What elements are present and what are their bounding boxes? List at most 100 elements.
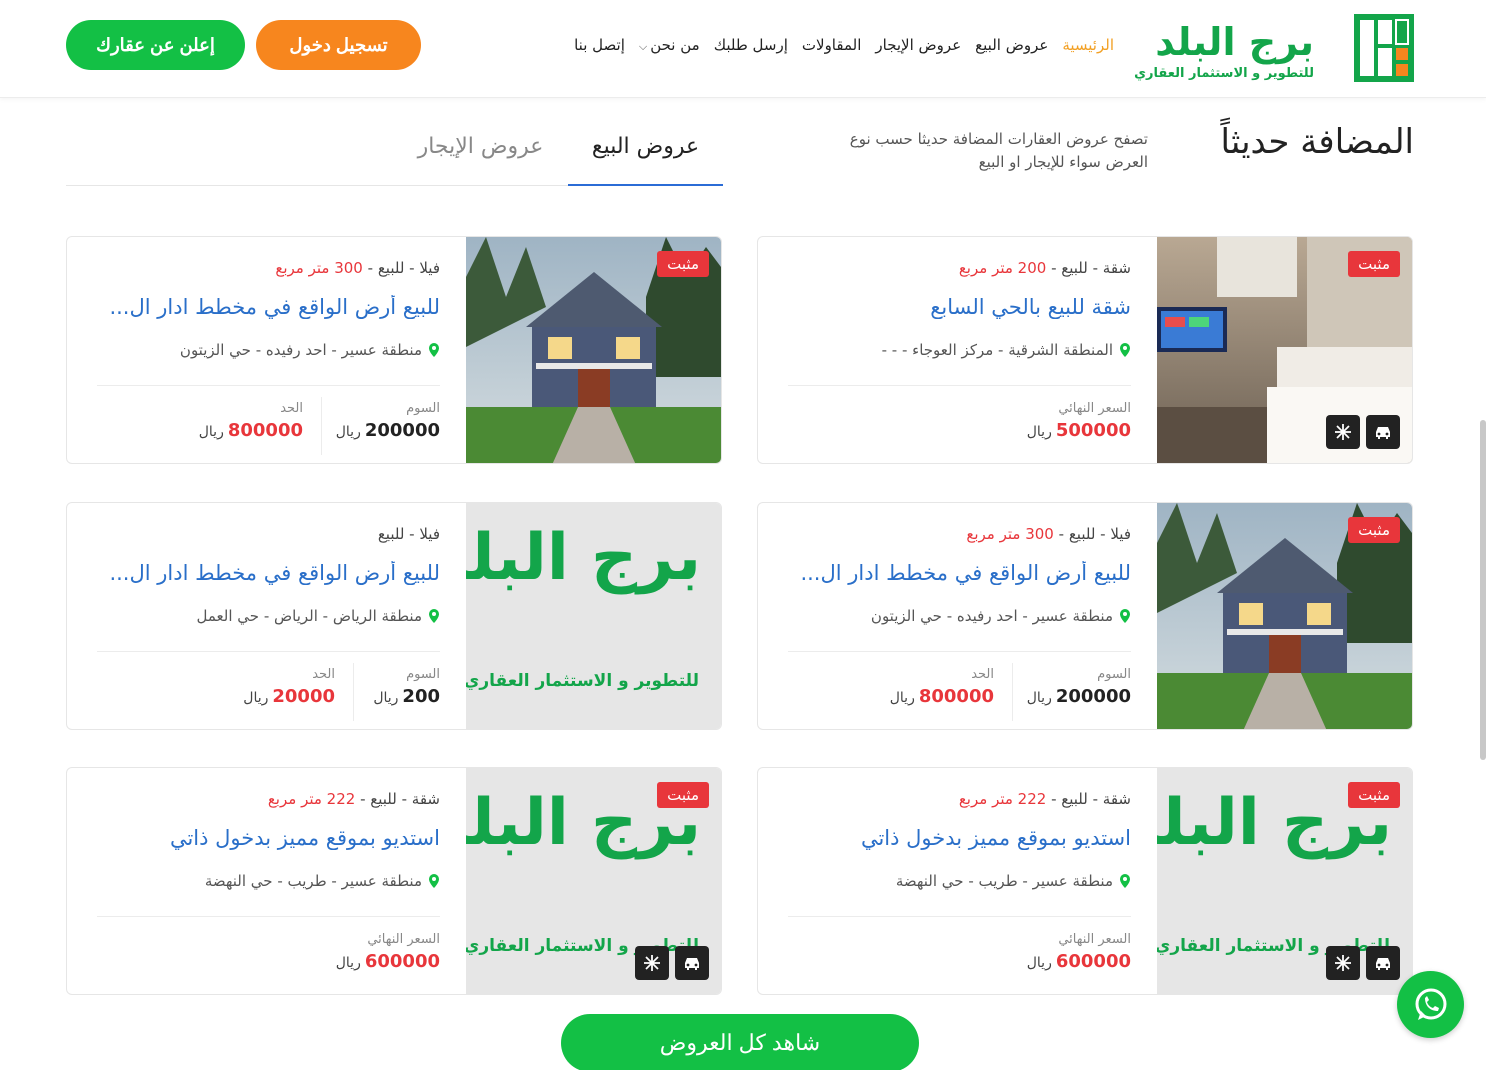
verified-badge: مثبت: [657, 251, 709, 277]
property-card[interactable]: مثبت شقة - للبيع - 200 متر مربع شقة للبي…: [757, 236, 1413, 464]
price-separator: [1012, 663, 1013, 721]
property-meta: شقة - للبيع - 200 متر مربع: [958, 259, 1131, 277]
currency-label: ريال: [1026, 424, 1052, 440]
property-area: 222 متر مربع: [267, 790, 356, 808]
location-text: منطقة الرياض - الرياض - حي العمل: [196, 607, 423, 625]
location-text: منطقة عسير - طريب - حي النهضة: [204, 872, 422, 890]
whatsapp-icon: [1415, 988, 1446, 1020]
property-area: 300 متر مربع: [275, 259, 363, 277]
property-card[interactable]: برج البلد للتطوير و الاستثمار العقاري مث…: [757, 767, 1413, 995]
nav-about[interactable]: من نحن⌵: [639, 36, 700, 54]
property-area: 300 متر مربع: [966, 525, 1054, 543]
bid-price: السوم 200000ريال: [1027, 667, 1131, 707]
limit-value: 800000ريال: [890, 686, 994, 707]
bid-value: 200000ريال: [1027, 686, 1131, 707]
chevron-down-icon: ⌵: [638, 40, 648, 53]
property-purpose: للبيع: [1068, 525, 1096, 543]
property-type: شقة: [1102, 259, 1131, 277]
parking-icon: [1366, 946, 1400, 980]
login-button[interactable]: تسجيل دخول: [256, 20, 421, 70]
property-image[interactable]: مثبت: [466, 237, 721, 463]
nav-rent-offers[interactable]: عروض الإيجار: [875, 36, 961, 54]
nav-send-request[interactable]: إرسل طلبك: [714, 36, 788, 54]
offer-tabs: عروض البيع عروض الإيجار: [66, 120, 723, 186]
property-image[interactable]: مثبت: [1157, 503, 1412, 729]
nav-contracting[interactable]: المقاولات: [802, 36, 862, 54]
advertise-property-button[interactable]: إعلن عن عقارك: [66, 20, 245, 70]
limit-amount: 20000: [272, 686, 335, 707]
nav-home[interactable]: الرئيسية: [1062, 36, 1114, 54]
placeholder-logo-name: برج البلد: [466, 521, 701, 595]
property-card[interactable]: برج البلد للتطوير و الاستثمار العقاري في…: [66, 502, 722, 730]
property-title[interactable]: للبيع أرض الواقع في مخطط ادار ال...: [109, 295, 440, 319]
property-title[interactable]: للبيع أرض الواقع في مخطط ادار ال...: [109, 561, 440, 585]
property-purpose: للبيع: [377, 259, 405, 277]
property-image[interactable]: برج البلد للتطوير و الاستثمار العقاري: [466, 503, 721, 729]
divider: [97, 651, 440, 652]
bid-value: 200ريال: [373, 686, 440, 707]
property-purpose: للبيع: [1061, 259, 1088, 277]
air-conditioning-icon: [1326, 415, 1360, 449]
property-details: فيلا - للبيع - 300 متر مربع للبيع أرض ال…: [758, 503, 1157, 729]
final-price: السعر النهائي 500000ريال: [1027, 401, 1131, 441]
nav-contact[interactable]: إتصل بنا: [574, 36, 625, 54]
tab-rent-offers[interactable]: عروض الإيجار: [413, 134, 548, 186]
nav-sale-offers[interactable]: عروض البيع: [975, 36, 1048, 54]
property-location: المنطقة الشرقية - مركز العوجاء - - -: [882, 341, 1131, 359]
property-location: منطقة عسير - احد رفيده - حي الزيتون: [180, 341, 440, 359]
site-logo[interactable]: برج البلد للتطوير و الاستثمار العقاري: [1134, 14, 1414, 84]
tab-sale-offers[interactable]: عروض البيع: [568, 134, 723, 186]
bid-value: 200000ريال: [336, 420, 440, 441]
property-title[interactable]: للبيع أرض الواقع في مخطط ادار ال...: [800, 561, 1131, 585]
property-title[interactable]: استديو بموقع مميز بدخول ذاتي: [170, 826, 440, 850]
limit-label: الحد: [312, 667, 335, 682]
logo-name: برج البلد: [1155, 20, 1314, 64]
property-purpose: للبيع: [370, 790, 397, 808]
final-price-label: السعر النهائي: [367, 932, 440, 947]
property-purpose: للبيع: [377, 525, 405, 543]
property-title[interactable]: شقة للبيع بالحي السابع: [930, 295, 1131, 319]
limit-amount: 800000: [227, 420, 303, 441]
final-price-value: 500000ريال: [1027, 420, 1131, 441]
page-scrollbar[interactable]: [1480, 420, 1486, 760]
currency-label: ريال: [243, 690, 269, 706]
placeholder-logo-tagline: للتطوير و الاستثمار العقاري: [466, 671, 699, 691]
property-image[interactable]: برج البلد للتطوير و الاستثمار العقاري مث…: [466, 768, 721, 994]
divider: [788, 916, 1131, 917]
property-purpose: للبيع: [1061, 790, 1088, 808]
limit-label: الحد: [971, 667, 994, 682]
limit-label: الحد: [280, 401, 303, 416]
main-nav: الرئيسية عروض البيع عروض الإيجار المقاول…: [574, 36, 1114, 54]
location-text: المنطقة الشرقية - مركز العوجاء - - -: [881, 341, 1113, 359]
property-details: شقة - للبيع - 222 متر مربع استديو بموقع …: [67, 768, 466, 994]
nav-about-label: من نحن: [650, 36, 700, 54]
currency-label: ريال: [1026, 955, 1052, 971]
property-image[interactable]: برج البلد للتطوير و الاستثمار العقاري مث…: [1157, 768, 1412, 994]
view-all-offers-button[interactable]: شاهد كل العروض: [561, 1014, 919, 1070]
section-description: تصفح عروض العقارات المضافة حديثا حسب نوع…: [849, 130, 1148, 171]
property-title[interactable]: استديو بموقع مميز بدخول ذاتي: [861, 826, 1131, 850]
property-card[interactable]: برج البلد للتطوير و الاستثمار العقاري مث…: [66, 767, 722, 995]
location-pin-icon: [429, 609, 439, 623]
currency-label: ريال: [1026, 690, 1052, 706]
location-text: منطقة عسير - احد رفيده - حي الزيتون: [870, 607, 1113, 625]
currency-label: ريال: [335, 955, 361, 971]
location-pin-icon: [1120, 343, 1130, 357]
parking-icon: [675, 946, 709, 980]
whatsapp-button[interactable]: [1397, 971, 1464, 1038]
verified-badge: مثبت: [1348, 782, 1400, 808]
final-price-amount: 600000: [1055, 951, 1131, 972]
final-price-value: 600000ريال: [1027, 951, 1131, 972]
location-text: منطقة عسير - طريب - حي النهضة: [895, 872, 1113, 890]
property-details: فيلا - للبيع - 300 متر مربع للبيع أرض ال…: [67, 237, 466, 463]
final-price-amount: 600000: [364, 951, 440, 972]
property-location: منطقة الرياض - الرياض - حي العمل: [197, 607, 441, 625]
property-details: فيلا - للبيع للبيع أرض الواقع في مخطط اد…: [67, 503, 466, 729]
property-image[interactable]: مثبت: [1157, 237, 1412, 463]
property-meta: شقة - للبيع - 222 متر مربع: [267, 790, 440, 808]
property-card[interactable]: مثبت فيلا - للبيع - 300 متر مربع للبيع أ…: [66, 236, 722, 464]
property-card[interactable]: مثبت فيلا - للبيع - 300 متر مربع للبيع أ…: [757, 502, 1413, 730]
price-separator: [353, 663, 354, 721]
location-pin-icon: [1120, 609, 1130, 623]
bid-label: السوم: [406, 401, 440, 416]
